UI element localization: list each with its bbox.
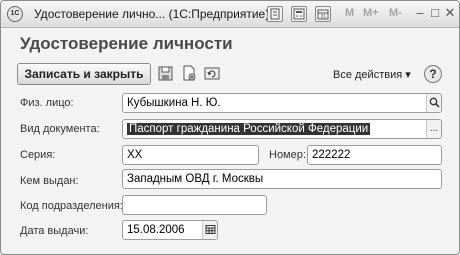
memory-button-m-minus[interactable]: M- [389, 7, 402, 19]
svg-text:31: 31 [321, 14, 327, 20]
close-button[interactable]: ✕ [442, 5, 458, 21]
issue-date-value: 15.08.2006 [127, 224, 185, 236]
division-code-label: Код подразделения: [20, 200, 123, 212]
series-field[interactable]: ХХ [122, 145, 259, 165]
refresh-form-icon[interactable] [204, 65, 220, 82]
division-code-field[interactable] [122, 195, 267, 215]
search-icon[interactable] [426, 94, 441, 112]
minimize-button[interactable]: – [412, 5, 428, 21]
all-actions-menu[interactable]: Все действия ▾ [333, 68, 411, 81]
favorites-icon[interactable] [267, 6, 283, 22]
help-button[interactable]: ? [424, 65, 442, 83]
save-icon[interactable] [158, 65, 174, 82]
person-label: Физ. лицо: [20, 97, 74, 109]
doc-type-field[interactable]: Паспорт гражданина Российской Федерации … [122, 119, 442, 139]
series-value: ХХ [127, 149, 143, 161]
doc-type-label: Вид документа: [20, 123, 100, 135]
calendar-picker-icon[interactable] [202, 221, 217, 239]
memory-button-m[interactable]: M [345, 7, 354, 19]
maximize-button[interactable]: □ [427, 5, 443, 21]
issue-date-label: Дата выдачи: [20, 225, 89, 237]
memory-button-m-plus[interactable]: M+ [363, 7, 379, 19]
new-document-icon[interactable] [181, 65, 197, 82]
person-value: Кубышкина Н. Ю. [127, 97, 221, 109]
issue-date-field[interactable]: 15.08.2006 [122, 220, 218, 240]
issued-by-field[interactable]: Западным ОВД г. Москвы [122, 169, 442, 189]
doc-type-value: Паспорт гражданина Российской Федерации [127, 123, 371, 135]
number-label: Номер: [269, 149, 306, 161]
window-title: Удостоверение лично... (1С:Предприятие) [34, 7, 270, 21]
issued-by-value: Западным ОВД г. Москвы [127, 173, 264, 185]
calendar-icon[interactable]: 31 [315, 6, 331, 22]
calculator-icon[interactable] [291, 6, 307, 22]
form-title: Удостоверение личности [20, 34, 233, 53]
person-field[interactable]: Кубышкина Н. Ю. [122, 93, 442, 113]
app-logo-icon[interactable]: 1С [7, 6, 23, 22]
save-and-close-button[interactable]: Записать и закрыть [17, 63, 151, 85]
select-ellipsis-button[interactable]: ... [426, 120, 441, 138]
series-label: Серия: [20, 149, 56, 161]
number-field[interactable]: 222222 [307, 145, 442, 165]
issued-by-label: Кем выдан: [20, 175, 79, 187]
document-window: 1С Удостоверение лично... (1С:Предприяти… [0, 0, 460, 255]
title-bar: 1С Удостоверение лично... (1С:Предприяти… [1, 1, 459, 28]
number-value: 222222 [312, 149, 351, 161]
